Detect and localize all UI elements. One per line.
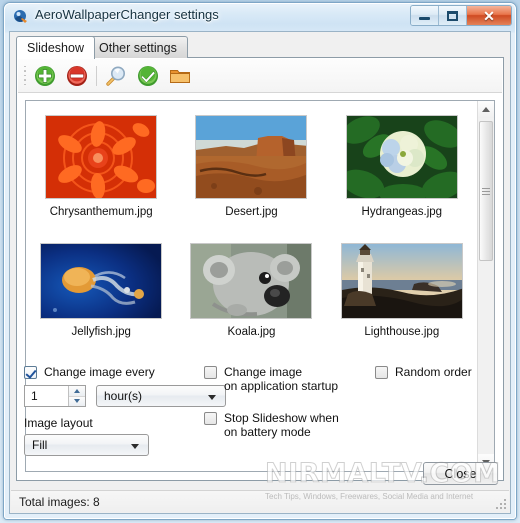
change-image-every-checkbox[interactable]: Change image every (24, 365, 155, 379)
list-item-label: Jellyfish.jpg (71, 326, 131, 338)
thumbnail-lighthouse[interactable] (340, 243, 463, 319)
app-icon (14, 10, 27, 23)
list-item-label: Koala.jpg (227, 326, 276, 338)
red-minus-icon (67, 65, 87, 86)
scroll-up-button[interactable] (478, 101, 494, 118)
spinner-down-icon (74, 399, 80, 404)
spinner-buttons (68, 386, 85, 406)
minimize-button[interactable] (411, 6, 439, 25)
thumbnail-desert[interactable] (195, 115, 308, 199)
thumbnail-hydrangeas[interactable] (345, 115, 458, 199)
status-bar: Total images: 8 (11, 490, 509, 512)
client-area: Slideshow Other settings Chrysanthemum.j… (9, 31, 511, 514)
toolbar-separator (96, 65, 97, 86)
window-title: AeroWallpaperChanger settings (35, 7, 219, 22)
spinner-down-button[interactable] (69, 396, 85, 406)
checkbox-indicator (204, 366, 217, 379)
scrollbar-grip-icon (482, 187, 490, 195)
toolbar (18, 59, 502, 93)
desert-image (196, 116, 307, 198)
chrysanthemum-image (46, 116, 157, 198)
chevron-up-icon (482, 107, 490, 112)
stop-on-battery-label-line2: on battery mode (224, 425, 311, 439)
koala-image (191, 244, 312, 318)
spinner-up-icon (74, 388, 80, 393)
magnifier-icon (106, 66, 125, 86)
scrollbar-thumb[interactable] (479, 121, 493, 261)
close-button-label: Close (444, 466, 477, 481)
list-item[interactable]: Hydrangeas.jpg (327, 109, 477, 218)
minimize-icon (419, 17, 430, 20)
title-bar[interactable]: AeroWallpaperChanger settings ✕ (4, 3, 516, 31)
chevron-down-icon (131, 444, 139, 449)
change-image-every-label: Change image every (44, 365, 155, 379)
image-list-scrollbar[interactable] (477, 101, 494, 471)
maximize-button[interactable] (439, 6, 467, 25)
list-item-label: Hydrangeas.jpg (361, 206, 443, 218)
stop-on-battery-label-line1: Stop Slideshow when (224, 411, 339, 425)
tab-other-settings[interactable]: Other settings (88, 36, 188, 58)
change-on-startup-label-line2: on application startup (224, 379, 339, 393)
status-text: Total images: 8 (19, 494, 100, 509)
list-item[interactable]: Koala.jpg (176, 237, 326, 338)
open-folder-button[interactable] (164, 61, 196, 91)
list-item-label: Chrysanthemum.jpg (49, 206, 153, 218)
toolbar-grip[interactable] (21, 65, 29, 86)
close-window-button[interactable]: ✕ (467, 6, 511, 25)
thumbnail-chrysanthemum[interactable] (45, 115, 158, 199)
interval-spinner[interactable] (24, 385, 86, 407)
green-plus-icon (35, 65, 55, 86)
thumbnail-koala[interactable] (190, 243, 313, 319)
list-item[interactable]: Chrysanthemum.jpg (26, 109, 176, 218)
list-item-label: Lighthouse.jpg (364, 326, 440, 338)
tab-other-settings-label: Other settings (99, 40, 177, 55)
apply-button[interactable] (132, 61, 164, 91)
hydrangeas-image (346, 116, 457, 198)
add-image-button[interactable] (29, 61, 61, 91)
interval-input[interactable] (29, 387, 69, 405)
random-order-checkbox[interactable]: Random order (375, 365, 472, 379)
tab-slideshow-label: Slideshow (27, 41, 84, 55)
thumbnail-jellyfish[interactable] (40, 243, 163, 319)
checkbox-indicator (375, 366, 388, 379)
tab-strip: Slideshow Other settings (16, 36, 504, 59)
list-item-label: Desert.jpg (225, 206, 278, 218)
maximize-icon (447, 10, 458, 21)
interval-unit-value: hour(s) (104, 389, 143, 403)
random-order-label: Random order (395, 365, 472, 379)
chevron-down-icon (208, 395, 216, 400)
list-item[interactable]: Desert.jpg (176, 109, 326, 218)
stop-on-battery-checkbox[interactable]: Stop Slideshow when on battery mode (204, 411, 364, 439)
change-on-startup-checkbox[interactable]: Change image on application startup (204, 365, 354, 393)
remove-image-button[interactable] (61, 61, 93, 91)
list-item[interactable]: Jellyfish.jpg (26, 237, 176, 338)
jellyfish-image (41, 244, 162, 318)
checkbox-indicator (204, 412, 217, 425)
thumbnail-row: Jellyfish.jpg Koala.jpg Lighthouse.jpg (26, 237, 477, 338)
list-item[interactable]: Lighthouse.jpg (327, 237, 477, 338)
image-layout-label: Image layout (24, 416, 93, 430)
window-controls: ✕ (410, 5, 512, 26)
close-dialog-button[interactable]: Close (423, 462, 498, 485)
settings-window: AeroWallpaperChanger settings ✕ Slidesho… (3, 2, 517, 520)
close-icon: ✕ (483, 7, 495, 24)
folder-icon (170, 69, 190, 83)
thumbnail-row: Chrysanthemum.jpg Desert.jpg Hydrangeas.… (26, 109, 477, 218)
tab-slideshow[interactable]: Slideshow (16, 36, 95, 59)
spinner-up-button[interactable] (69, 386, 85, 397)
image-layout-value: Fill (32, 438, 48, 452)
preview-button[interactable] (100, 61, 132, 91)
change-on-startup-label-line1: Change image (224, 365, 303, 379)
checkbox-indicator (24, 366, 37, 379)
green-check-icon (138, 65, 158, 86)
resize-grip-icon[interactable] (494, 497, 506, 509)
interval-controls: hour(s) (24, 385, 226, 407)
lighthouse-image (341, 244, 462, 318)
image-layout-combo[interactable]: Fill (24, 434, 149, 456)
